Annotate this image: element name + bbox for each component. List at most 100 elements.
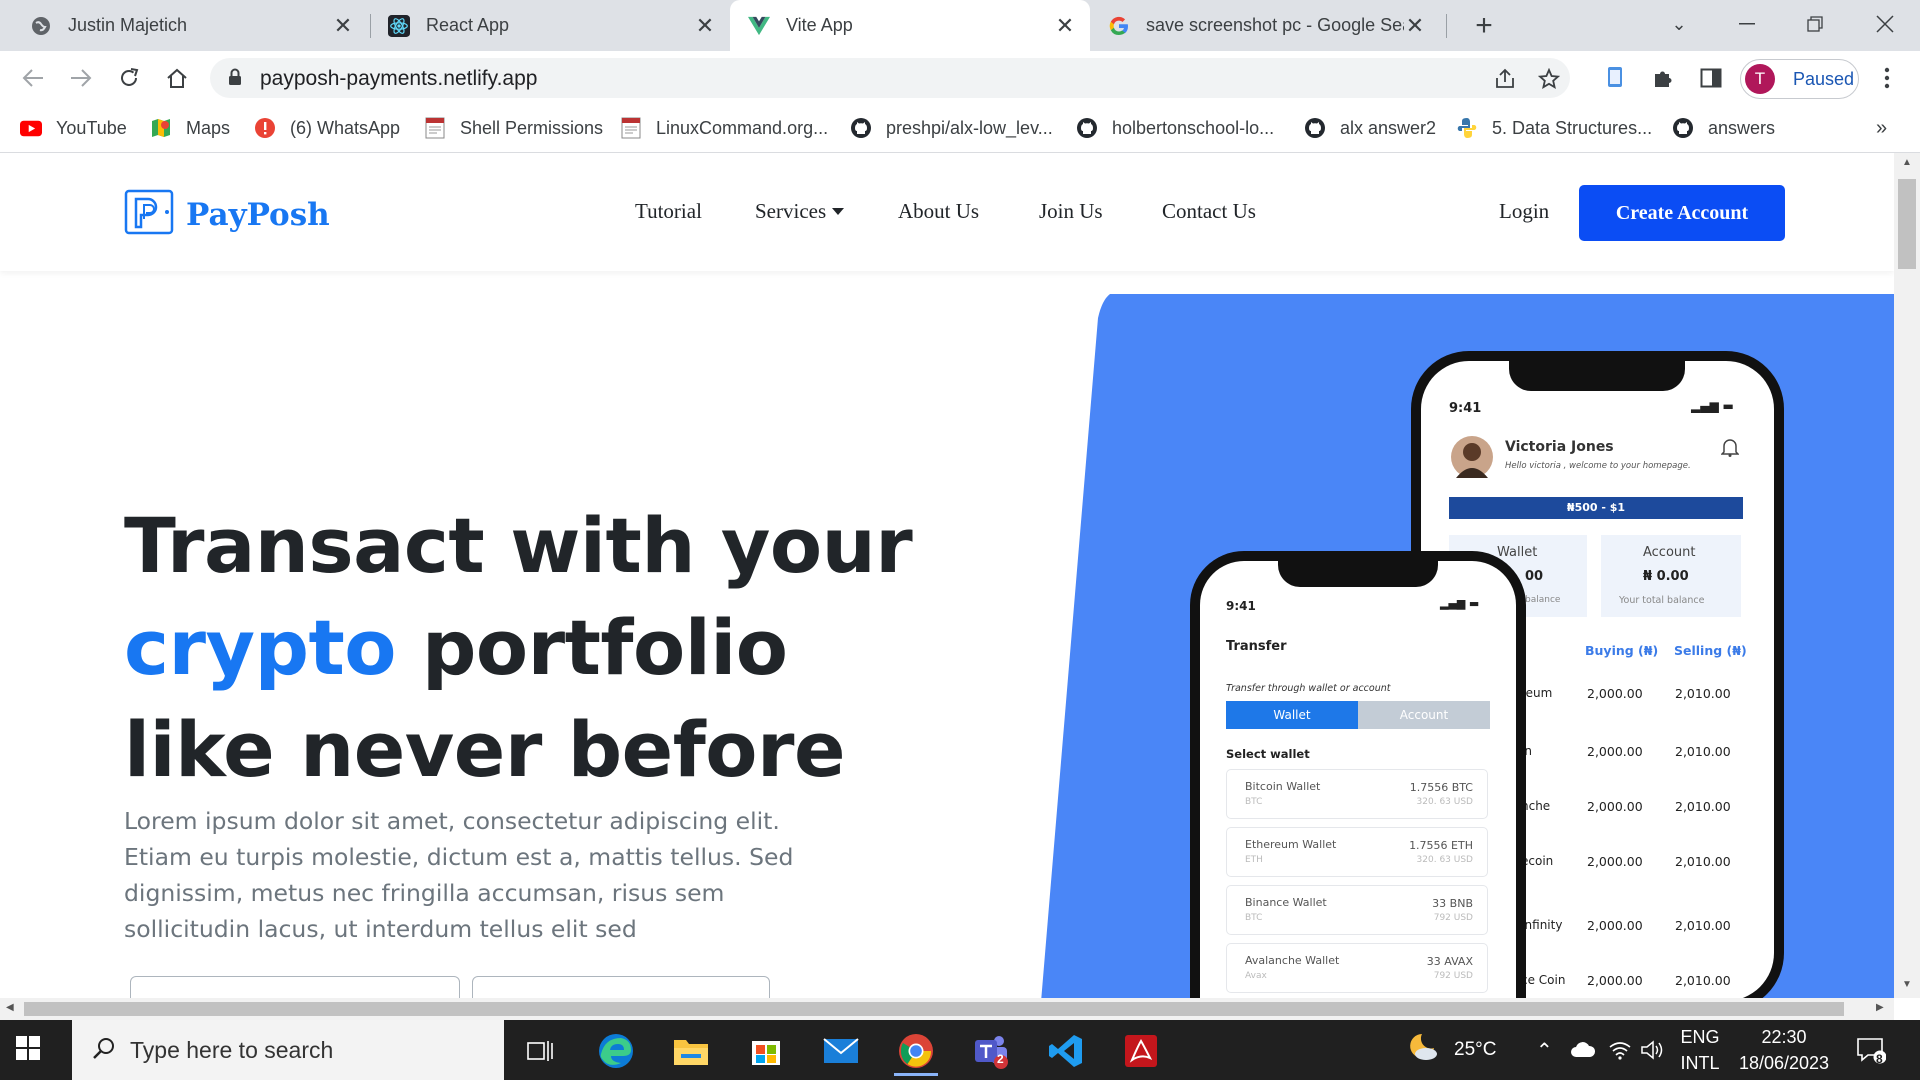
status-signal-icon: ▂▄▆ ▬ [1691, 399, 1734, 413]
restore-icon[interactable] [1797, 8, 1833, 40]
microsoft-store-icon[interactable] [736, 1028, 796, 1074]
wallet-list-item: Avalanche Wallet Avax 33 AVAX 792 USD [1226, 943, 1488, 993]
horizontal-scrollbar[interactable]: ◀ ▶ [0, 998, 1894, 1020]
edge-icon[interactable] [586, 1028, 646, 1074]
github-icon [1304, 117, 1326, 139]
share-icon[interactable] [1492, 66, 1518, 92]
scroll-up-arrow-icon[interactable]: ▲ [1902, 157, 1912, 168]
task-view-icon[interactable] [510, 1028, 570, 1074]
vue-icon [748, 15, 770, 37]
account-card: Account ₦ 0.00 Your total balance [1601, 535, 1741, 617]
bookmark-holbertonschool[interactable]: holbertonschool-lo... [1076, 113, 1274, 143]
scroll-right-arrow-icon[interactable]: ▶ [1876, 1002, 1884, 1013]
create-account-button[interactable]: Create Account [1579, 185, 1785, 241]
scroll-left-arrow-icon[interactable]: ◀ [6, 1002, 14, 1013]
bookmark-answers[interactable]: answers [1672, 113, 1775, 143]
profile-button[interactable]: T Paused [1740, 59, 1859, 99]
close-tab-icon[interactable]: ✕ [1404, 13, 1426, 38]
onedrive-cloud-icon[interactable] [1570, 1020, 1596, 1080]
hero-heading: Transact with your crypto portfolio like… [124, 501, 913, 794]
bookmark-alx-answer2[interactable]: alx answer2 [1304, 113, 1436, 143]
profile-status: Paused [1793, 68, 1855, 89]
close-tab-icon[interactable]: ✕ [332, 13, 354, 38]
scroll-down-arrow-icon[interactable]: ▼ [1902, 979, 1912, 990]
mail-icon[interactable] [811, 1028, 871, 1074]
close-tab-icon[interactable]: ✕ [1054, 13, 1076, 38]
brand-logo[interactable]: PayPosh [124, 189, 330, 240]
bookmark-youtube[interactable]: YouTube [20, 113, 127, 143]
vscode-icon[interactable] [1036, 1028, 1096, 1074]
new-tab-button[interactable]: + [1468, 9, 1500, 42]
exchange-rate-banner: ₦500 - $1 [1449, 497, 1743, 519]
home-icon[interactable] [160, 61, 194, 95]
extensions-puzzle-icon[interactable] [1646, 61, 1680, 95]
side-panel-icon[interactable] [1694, 61, 1728, 95]
page-icon [424, 117, 446, 139]
volume-icon[interactable] [1640, 1020, 1664, 1080]
site-navbar: PayPosh Tutorial Services About Us Join … [0, 153, 1894, 271]
tab-divider [1446, 14, 1447, 38]
address-bar[interactable]: payposh-payments.netlify.app [210, 58, 1570, 98]
back-arrow-icon[interactable] [16, 61, 50, 95]
google-icon [1108, 15, 1130, 37]
windows-start-icon[interactable] [14, 1034, 50, 1066]
vertical-scroll-thumb[interactable] [1898, 179, 1916, 269]
bookmark-shell-permissions[interactable]: Shell Permissions [424, 113, 603, 143]
minimize-icon[interactable] [1729, 8, 1765, 40]
tab-wallet: Wallet [1226, 701, 1358, 729]
show-hidden-icons-chevron-icon[interactable]: ⌃ [1536, 1020, 1553, 1080]
weather-widget[interactable]: 25°C [1406, 1020, 1496, 1080]
tab-search-chevron-icon[interactable]: ⌄ [1661, 8, 1697, 40]
hero-input-1[interactable] [130, 976, 460, 998]
taskbar-search-box[interactable]: Type here to search [72, 1020, 504, 1080]
wallet-list-item: Binance Wallet BTC 33 BNB 792 USD [1226, 885, 1488, 935]
vertical-scrollbar[interactable]: ▲ ▼ [1894, 153, 1920, 998]
login-link[interactable]: Login [1499, 199, 1549, 224]
react-icon [388, 14, 410, 37]
notifications-icon[interactable]: 8 [1856, 1020, 1886, 1080]
menu-kebab-icon[interactable] [1870, 61, 1904, 95]
nav-contact-us[interactable]: Contact Us [1162, 199, 1256, 224]
acrobat-icon[interactable] [1111, 1028, 1171, 1074]
lock-icon [228, 68, 242, 91]
tab-divider [370, 14, 371, 38]
bookmark-maps[interactable]: Maps [150, 113, 230, 143]
forward-arrow-icon[interactable] [64, 61, 98, 95]
clock[interactable]: 22:30 18/06/2023 [1732, 1024, 1836, 1076]
nav-services[interactable]: Services [755, 199, 845, 224]
status-signal-icon: ▂▄▆ ▬ [1440, 597, 1480, 610]
teams-badge: 2 [997, 1052, 1004, 1066]
bookmark-star-icon[interactable] [1536, 66, 1562, 92]
bookmark-preshpi[interactable]: preshpi/alx-low_lev... [850, 113, 1053, 143]
search-icon [92, 1036, 116, 1065]
nav-about-us[interactable]: About Us [898, 199, 979, 224]
bookmark-data-structures[interactable]: 5. Data Structures... [1456, 113, 1652, 143]
wallet-list-item: Bitcoin Wallet BTC 1.7556 BTC 320. 63 US… [1226, 769, 1488, 819]
close-window-icon[interactable] [1867, 8, 1903, 40]
chrome-icon[interactable] [886, 1028, 946, 1076]
bookmark-whatsapp[interactable]: (6) WhatsApp [254, 113, 400, 143]
horizontal-scroll-thumb[interactable] [24, 1002, 1844, 1016]
teams-icon[interactable]: 2 [961, 1028, 1021, 1074]
close-tab-icon[interactable]: ✕ [694, 13, 716, 38]
tab-justin-majetich[interactable]: Justin Majetich ✕ [0, 0, 368, 51]
github-icon [1672, 117, 1694, 139]
hero-accent-word: crypto [124, 603, 397, 692]
notification-badge: 8 [1876, 1052, 1883, 1066]
python-icon [1456, 117, 1478, 139]
tab-google-search[interactable]: save screenshot pc - Google Sear ✕ [1092, 0, 1440, 51]
nav-join-us[interactable]: Join Us [1039, 199, 1103, 224]
bookmarks-bar: YouTube Maps (6) WhatsApp Shell Permissi… [0, 105, 1920, 153]
nav-tutorial[interactable]: Tutorial [635, 199, 702, 224]
tab-react-app[interactable]: React App ✕ [372, 0, 730, 51]
language-indicator[interactable]: ENG INTL [1680, 1024, 1720, 1076]
wifi-icon[interactable] [1608, 1020, 1632, 1080]
extension-doc-icon[interactable] [1598, 61, 1632, 95]
file-explorer-icon[interactable] [661, 1028, 721, 1074]
bookmarks-overflow-chevron-icon[interactable]: » [1876, 117, 1887, 140]
bookmark-linuxcommand[interactable]: LinuxCommand.org... [620, 113, 828, 143]
github-icon [850, 117, 872, 139]
reload-icon[interactable] [112, 61, 146, 95]
tab-vite-app[interactable]: Vite App ✕ [730, 0, 1090, 51]
hero-input-2[interactable] [472, 976, 770, 998]
